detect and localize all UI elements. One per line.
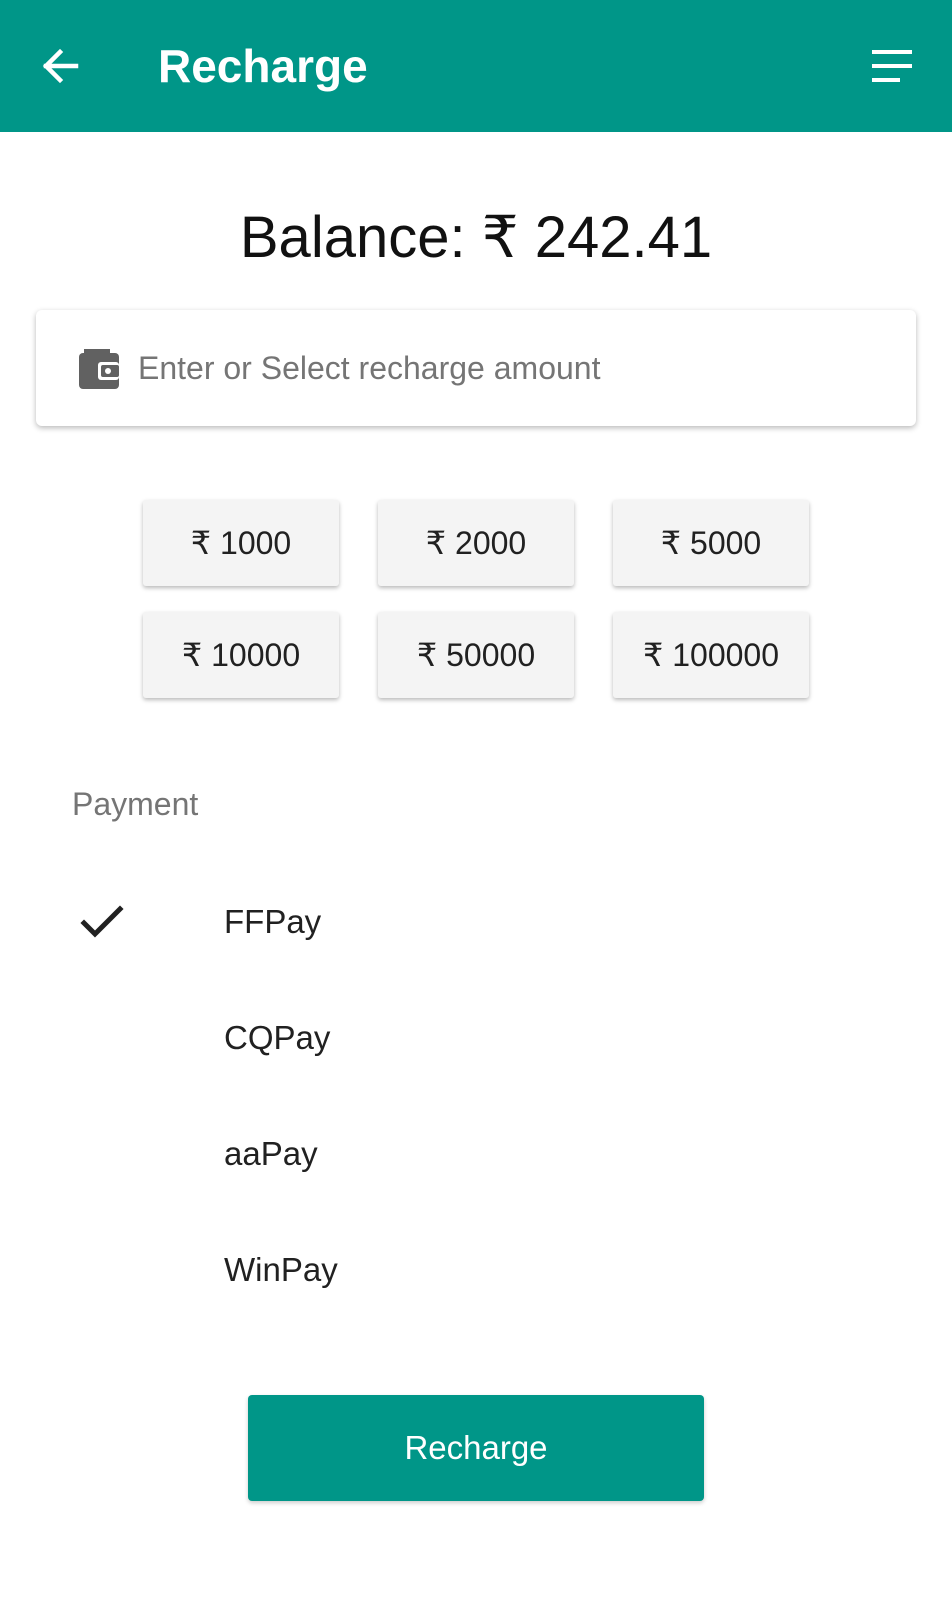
payment-option-label: FFPay <box>224 903 322 940</box>
amount-chip-10000[interactable]: ₹ 10000 <box>143 612 339 698</box>
recharge-amount-field[interactable] <box>36 310 916 426</box>
amount-chip-1000[interactable]: ₹ 1000 <box>143 500 339 586</box>
amount-chip-100000[interactable]: ₹ 100000 <box>613 612 809 698</box>
payment-option-aapay[interactable]: aaPay <box>0 1104 952 1204</box>
arrow-left-icon <box>42 48 79 84</box>
payment-option-winpay[interactable]: WinPay <box>0 1220 952 1320</box>
amount-chip-50000[interactable]: ₹ 50000 <box>378 612 574 698</box>
balance-display: Balance: ₹ 242.41 <box>239 205 713 270</box>
payment-option-label: CQPay <box>224 1019 331 1056</box>
recharge-button[interactable]: Recharge <box>248 1395 704 1501</box>
recharge-amount-input[interactable] <box>138 338 916 398</box>
payment-option-label: WinPay <box>224 1251 338 1288</box>
menu-icon <box>872 50 912 82</box>
amount-chip-2000[interactable]: ₹ 2000 <box>378 500 574 586</box>
menu-button[interactable] <box>862 36 922 96</box>
app-bar: Recharge <box>0 0 952 132</box>
checkmark-icon <box>80 905 124 938</box>
amount-chip-5000[interactable]: ₹ 5000 <box>613 500 809 586</box>
page-title: Recharge <box>158 40 368 92</box>
payment-option-ffpay[interactable]: FFPay <box>0 872 952 972</box>
payment-option-label: aaPay <box>224 1135 318 1172</box>
payment-section-label: Payment <box>72 786 199 822</box>
back-button[interactable] <box>30 36 90 96</box>
payment-option-cqpay[interactable]: CQPay <box>0 988 952 1088</box>
wallet-icon <box>79 349 119 389</box>
